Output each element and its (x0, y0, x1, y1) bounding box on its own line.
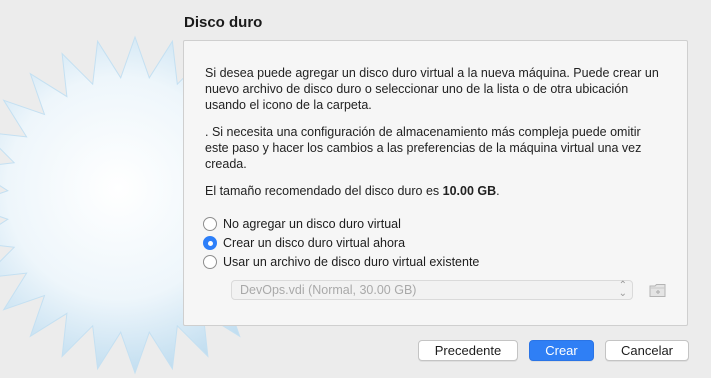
radio-existing-disk[interactable] (203, 255, 217, 269)
size-prefix: El tamaño recomendado del disco duro es (205, 184, 443, 198)
advanced-paragraph: . Si necesita una configuración de almac… (205, 125, 642, 171)
radio-no-disk[interactable] (203, 217, 217, 231)
existing-disk-select-value: DevOps.vdi (Normal, 30.00 GB) (240, 283, 417, 297)
page-title: Disco duro (184, 14, 263, 31)
option-existing-disk-label: Usar un archivo de disco duro virtual ex… (223, 255, 480, 269)
option-create-disk-label: Crear un disco duro virtual ahora (223, 236, 406, 250)
back-button[interactable]: Precedente (418, 340, 518, 361)
radio-create-disk[interactable] (203, 236, 217, 250)
folder-icon[interactable] (649, 282, 667, 299)
size-suffix: . (496, 184, 500, 198)
create-button[interactable]: Crear (529, 340, 594, 361)
option-no-disk[interactable]: No agregar un disco duro virtual (203, 215, 401, 233)
content-panel: Si desea puede agregar un disco duro vir… (183, 40, 688, 326)
intro-paragraph: Si desea puede agregar un disco duro vir… (205, 66, 659, 112)
option-create-disk[interactable]: Crear un disco duro virtual ahora (203, 234, 405, 252)
size-value: 10.00 GB (442, 184, 497, 198)
up-down-chevron-icon: ⌃ ⌄ (618, 280, 627, 299)
cancel-button[interactable]: Cancelar (605, 340, 689, 361)
option-no-disk-label: No agregar un disco duro virtual (223, 217, 401, 231)
recommended-size-text: El tamaño recomendado del disco duro es … (205, 183, 665, 199)
existing-disk-select[interactable]: DevOps.vdi (Normal, 30.00 GB) ⌃ ⌄ (231, 280, 633, 300)
option-existing-disk[interactable]: Usar un archivo de disco duro virtual ex… (203, 253, 479, 271)
